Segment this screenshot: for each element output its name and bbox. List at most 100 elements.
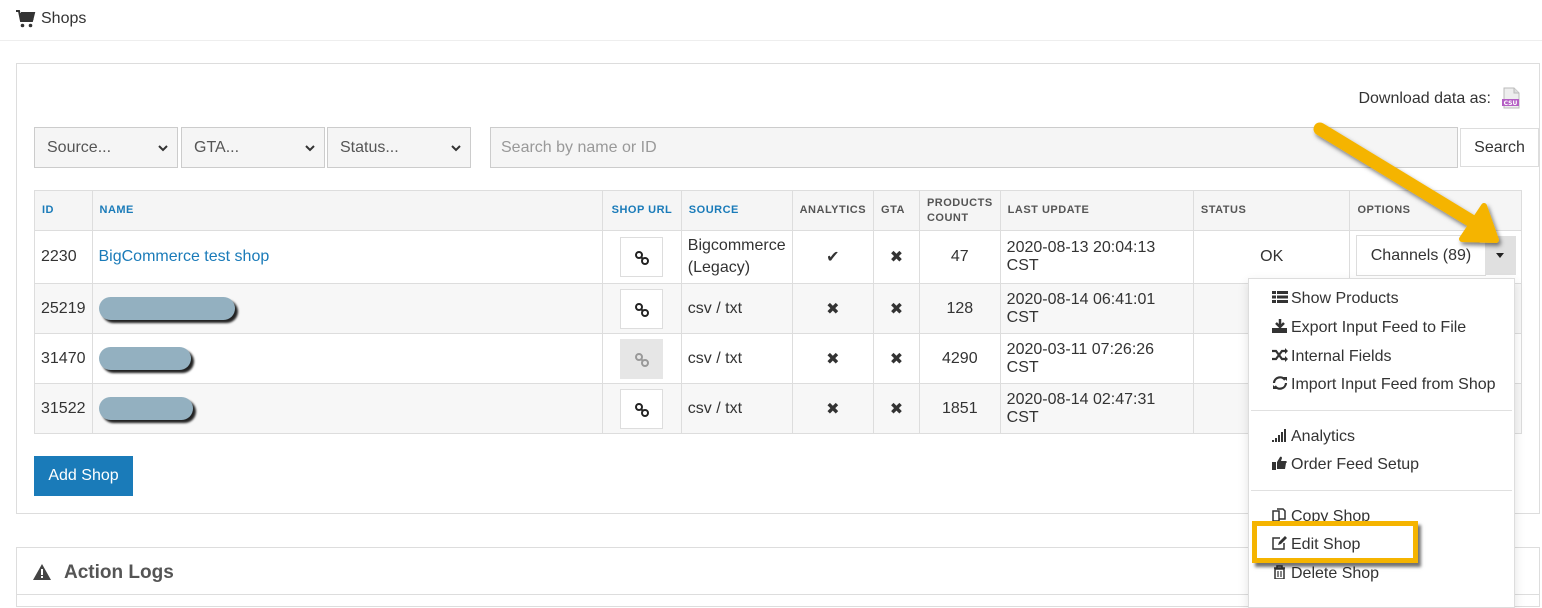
- edit-icon: [1272, 536, 1287, 550]
- products-count: 128: [918, 283, 1001, 334]
- menu-item-order-feed-setup[interactable]: Order Feed Setup: [1271, 454, 1419, 476]
- products-count-header-line1: PRODUCTS: [926, 196, 993, 209]
- options-dropdown-toggle[interactable]: [1485, 236, 1516, 275]
- source-line2: (Legacy): [687, 259, 751, 276]
- shop-source: csv / txt: [680, 383, 793, 434]
- column-header-name[interactable]: NAME: [91, 190, 604, 231]
- column-header-analytics: ANALYTICS: [791, 190, 875, 231]
- download-icon: [1272, 319, 1287, 333]
- shop-name: [91, 383, 604, 434]
- column-header-gta: GTA: [873, 190, 920, 231]
- shop-name: BigCommerce test shop: [91, 230, 604, 284]
- products-count: 1851: [918, 383, 1001, 434]
- shop-name-link[interactable]: BigCommerce test shop: [99, 248, 270, 265]
- csv-file-icon[interactable]: CSU: [1501, 87, 1521, 109]
- refresh-icon: [1272, 376, 1288, 390]
- redacted-shop-name[interactable]: [98, 297, 235, 320]
- menu-item-label: Show Products: [1291, 290, 1399, 307]
- shop-url-button[interactable]: [620, 388, 664, 429]
- gta-cross-icon: ✖: [873, 230, 920, 284]
- link-icon: [635, 402, 650, 417]
- menu-item-show-products[interactable]: Show Products: [1271, 288, 1399, 310]
- status-filter-label: Status...: [340, 139, 399, 156]
- menu-item-label: Internal Fields: [1291, 348, 1392, 365]
- shop-url-button[interactable]: [620, 237, 664, 277]
- menu-item-internal-fields[interactable]: Internal Fields: [1271, 346, 1392, 368]
- shop-url-button[interactable]: [620, 288, 664, 329]
- menu-item-label: Copy Shop: [1291, 508, 1371, 525]
- analytics-cross-icon: ✖: [791, 333, 875, 384]
- column-header-id[interactable]: ID: [34, 190, 93, 231]
- last-update: 2020-08-14 06:41:01 CST: [999, 283, 1194, 334]
- shop-name: [91, 283, 604, 334]
- last-update: 2020-03-11 07:26:26 CST: [999, 333, 1194, 384]
- gta-cross-icon: ✖: [873, 283, 920, 334]
- menu-item-import-input-feed[interactable]: Import Input Feed from Shop: [1271, 374, 1496, 396]
- last-update: 2020-08-14 02:47:31 CST: [999, 383, 1194, 434]
- gta-filter-label: GTA...: [194, 139, 240, 156]
- warning-icon: [33, 564, 51, 580]
- shuffle-icon: [1272, 348, 1288, 362]
- table-row: 2230 BigCommerce test shop Bigcommerce (…: [34, 230, 1522, 284]
- shop-source: Bigcommerce (Legacy): [680, 230, 793, 284]
- search-button[interactable]: Search: [1460, 128, 1539, 167]
- page-header: Shops: [0, 0, 1542, 41]
- shopping-cart-icon: [16, 10, 36, 28]
- table-header-row: ID NAME SHOP URL SOURCE ANALYTICS GTA PR…: [34, 190, 1522, 231]
- last-update: 2020-08-13 20:04:13 CST: [999, 230, 1194, 284]
- menu-item-label: Import Input Feed from Shop: [1291, 376, 1496, 393]
- add-shop-button[interactable]: Add Shop: [34, 456, 133, 496]
- shop-id: 25219: [34, 283, 93, 334]
- menu-item-edit-shop[interactable]: Edit Shop: [1271, 534, 1360, 556]
- source-filter-label: Source...: [47, 139, 112, 156]
- gta-cross-icon: ✖: [873, 383, 920, 434]
- chevron-down-icon: [158, 145, 168, 152]
- shop-url-cell: [602, 333, 682, 384]
- channels-button[interactable]: Channels (89): [1356, 235, 1486, 276]
- redacted-shop-name[interactable]: [98, 347, 191, 370]
- link-icon: [635, 251, 650, 265]
- action-logs-title: Action Logs: [64, 562, 174, 583]
- shop-id: 2230: [34, 230, 93, 284]
- column-header-last-update: LAST UPDATE: [999, 190, 1194, 231]
- menu-item-analytics[interactable]: Analytics: [1271, 426, 1355, 448]
- thumbs-up-icon: [1272, 456, 1287, 470]
- products-count-header-line2: COUNT: [926, 211, 969, 224]
- menu-item-label: Delete Shop: [1291, 565, 1380, 582]
- gta-cross-icon: ✖: [873, 333, 920, 384]
- analytics-cross-icon: ✖: [791, 283, 875, 334]
- menu-item-export-input-feed[interactable]: Export Input Feed to File: [1271, 317, 1466, 339]
- search-input[interactable]: [490, 127, 1458, 168]
- shop-url-cell: [602, 283, 682, 334]
- menu-item-label: Edit Shop: [1291, 536, 1361, 553]
- menu-item-delete-shop[interactable]: Delete Shop: [1271, 563, 1379, 585]
- shop-options-menu: Show Products Export Input Feed to File …: [1248, 278, 1515, 608]
- shop-source: csv / txt: [680, 333, 793, 384]
- menu-item-label: Order Feed Setup: [1291, 456, 1420, 473]
- status-filter[interactable]: Status...: [327, 127, 471, 168]
- chevron-down-icon: [305, 145, 315, 152]
- menu-item-copy-shop[interactable]: Copy Shop: [1271, 506, 1370, 528]
- shop-url-button-disabled: [620, 338, 664, 379]
- column-header-source[interactable]: SOURCE: [680, 190, 793, 231]
- column-header-shop-url[interactable]: SHOP URL: [602, 190, 682, 231]
- gta-filter[interactable]: GTA...: [181, 127, 325, 168]
- analytics-check-icon: ✔: [791, 230, 875, 284]
- chevron-down-icon: [451, 145, 461, 152]
- shop-name: [91, 333, 604, 384]
- svg-text:CSU: CSU: [1504, 100, 1518, 107]
- trash-icon: [1274, 565, 1285, 579]
- shop-id: 31522: [34, 383, 93, 434]
- shop-url-cell: [602, 230, 682, 284]
- products-count: 4290: [918, 333, 1001, 384]
- link-icon: [635, 352, 650, 367]
- source-filter[interactable]: Source...: [34, 127, 178, 168]
- copy-icon: [1272, 508, 1286, 522]
- menu-divider: [1251, 490, 1512, 491]
- redacted-shop-name[interactable]: [98, 397, 193, 420]
- menu-divider: [1251, 410, 1512, 411]
- download-label: Download data as:: [1358, 90, 1491, 107]
- channels-split-button: Channels (89): [1356, 235, 1516, 276]
- menu-item-label: Export Input Feed to File: [1291, 319, 1467, 336]
- column-header-options: OPTIONS: [1349, 190, 1522, 231]
